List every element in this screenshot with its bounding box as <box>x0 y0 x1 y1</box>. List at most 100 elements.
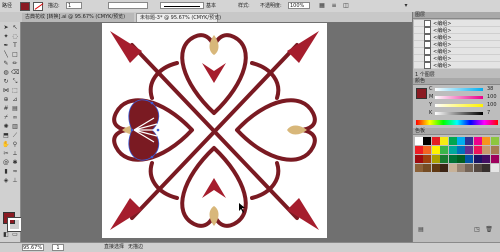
zoom-tool-icon[interactable]: ⚲ <box>11 141 19 149</box>
k-value[interactable]: 7 <box>487 110 490 116</box>
swatches-panel-title[interactable]: 色板 <box>413 128 500 135</box>
screen-mode-icon[interactable]: ▭ <box>11 231 19 239</box>
color-swatch[interactable] <box>482 164 491 172</box>
swatch-library-icon[interactable]: ▤ <box>417 226 425 234</box>
color-fill-swatch[interactable] <box>416 88 427 99</box>
brush-tool-icon[interactable]: ✎ <box>2 60 10 68</box>
stroke-swatch[interactable] <box>33 2 44 11</box>
symbol-sprayer-icon[interactable]: ✺ <box>2 123 10 131</box>
live-paint-icon[interactable]: ◈ <box>2 177 10 185</box>
color-swatch[interactable] <box>482 155 491 163</box>
type-tool-icon[interactable]: T <box>11 42 19 50</box>
pencil-tool-icon[interactable]: ✏ <box>11 60 19 68</box>
grid-icon[interactable]: ▦ <box>318 2 326 10</box>
color-swatch[interactable] <box>415 146 423 154</box>
eyedropper-icon[interactable]: ⌿ <box>2 114 10 122</box>
layer-item[interactable]: <编组> <box>414 48 500 55</box>
color-swatch[interactable] <box>490 137 499 145</box>
k-slider[interactable] <box>435 112 483 115</box>
m-slider[interactable] <box>435 96 483 99</box>
color-swatch[interactable] <box>482 137 491 145</box>
m-value[interactable]: 100 <box>487 94 497 100</box>
color-swatch[interactable] <box>415 164 423 172</box>
color-swatch[interactable] <box>415 155 423 163</box>
color-swatch[interactable] <box>465 164 474 172</box>
hand-tool-icon[interactable]: ✋ <box>2 141 10 149</box>
line-tool-icon[interactable]: ╲ <box>2 51 10 59</box>
new-swatch-icon[interactable]: ◳ <box>473 226 481 234</box>
pen-tool-icon[interactable]: ✒ <box>2 42 10 50</box>
drawing-mode-icon[interactable]: ◧ <box>2 231 10 239</box>
layer-item[interactable]: <编组> <box>414 34 500 41</box>
warp-icon[interactable]: ≈ <box>11 168 19 176</box>
tab-classic-pattern[interactable]: 古典花纹 [转换].ai @ 95.67% (CMYK/预览) <box>22 13 134 22</box>
shape-builder-icon[interactable]: ⊕ <box>2 96 10 104</box>
fill-swatch[interactable] <box>20 2 30 11</box>
color-swatch[interactable] <box>457 137 465 145</box>
color-swatch[interactable] <box>473 137 482 145</box>
align-icon[interactable]: ≡ <box>330 2 338 10</box>
layer-item[interactable]: <编组> <box>414 20 500 27</box>
scale-tool-icon[interactable]: ⤡ <box>11 78 19 86</box>
measure-icon[interactable]: ⊥ <box>11 177 19 185</box>
stroke-color-box[interactable] <box>7 217 22 232</box>
blob-brush-icon[interactable]: ◍ <box>2 69 10 77</box>
twirl-icon[interactable]: @ <box>2 159 10 167</box>
selection-tool-icon[interactable]: ➤ <box>2 24 10 32</box>
color-spectrum-bar[interactable] <box>416 120 498 125</box>
direct-selection-tool-icon[interactable]: ↖ <box>11 24 19 32</box>
color-swatch[interactable] <box>465 137 474 145</box>
color-swatch[interactable] <box>490 164 499 172</box>
variable-width-field[interactable] <box>108 2 148 9</box>
c-slider[interactable] <box>435 88 483 91</box>
color-swatch[interactable] <box>457 146 465 154</box>
color-swatch[interactable] <box>465 146 474 154</box>
color-swatch[interactable] <box>415 137 423 145</box>
lasso-icon[interactable]: ◌ <box>11 33 19 41</box>
color-swatch[interactable] <box>465 155 474 163</box>
y-value[interactable]: 100 <box>487 102 497 108</box>
c-value[interactable]: 38 <box>487 86 493 92</box>
color-swatch[interactable] <box>440 155 449 163</box>
brush-definition-field[interactable] <box>160 2 204 9</box>
width-tool-icon[interactable]: ⋈ <box>2 87 10 95</box>
eraser-tool-icon[interactable]: ⌫ <box>11 69 19 77</box>
artboard-number-field[interactable]: 1 <box>52 244 64 251</box>
color-swatch[interactable] <box>440 137 449 145</box>
color-swatch[interactable] <box>490 155 499 163</box>
color-swatch[interactable] <box>457 155 465 163</box>
mesh-tool-icon[interactable]: # <box>2 105 10 113</box>
color-swatch[interactable] <box>448 146 457 154</box>
slice-tool-icon[interactable]: ⟋ <box>11 132 19 140</box>
menu-icon[interactable]: ▾ <box>402 2 410 10</box>
blend-tool-icon[interactable]: ∞ <box>11 114 19 122</box>
color-swatch[interactable] <box>431 146 440 154</box>
color-swatch[interactable] <box>440 146 449 154</box>
artboard[interactable] <box>102 23 327 238</box>
y-slider[interactable] <box>435 104 483 107</box>
color-swatch[interactable] <box>423 146 432 154</box>
color-swatch[interactable] <box>423 155 432 163</box>
column-graph-icon[interactable]: ▮ <box>2 168 10 176</box>
knife-icon[interactable]: ⟂ <box>11 150 19 158</box>
color-swatch[interactable] <box>431 155 440 163</box>
layer-item[interactable]: <编组> <box>414 41 500 48</box>
color-swatch[interactable] <box>473 164 482 172</box>
color-swatch[interactable] <box>423 164 432 172</box>
gradient-tool-icon[interactable]: ▤ <box>11 105 19 113</box>
color-swatch[interactable] <box>448 137 457 145</box>
rotate-tool-icon[interactable]: ↻ <box>2 78 10 86</box>
color-swatch[interactable] <box>457 164 465 172</box>
zoom-field[interactable]: 95.67% <box>22 244 44 251</box>
layer-item[interactable]: <编组> <box>414 62 500 69</box>
color-swatch[interactable] <box>482 146 491 154</box>
delete-swatch-icon[interactable]: 🗑 <box>485 226 493 234</box>
rectangle-tool-icon[interactable]: □ <box>11 51 19 59</box>
tab-untitled-3[interactable]: 未标题-3* @ 95.67% (CMYK/预览) <box>136 13 221 22</box>
color-swatch[interactable] <box>448 164 457 172</box>
color-swatch[interactable] <box>431 164 440 172</box>
color-swatch[interactable] <box>440 164 449 172</box>
transform-icon[interactable]: ◫ <box>342 2 350 10</box>
color-swatch[interactable] <box>473 146 482 154</box>
color-swatch[interactable] <box>473 155 482 163</box>
